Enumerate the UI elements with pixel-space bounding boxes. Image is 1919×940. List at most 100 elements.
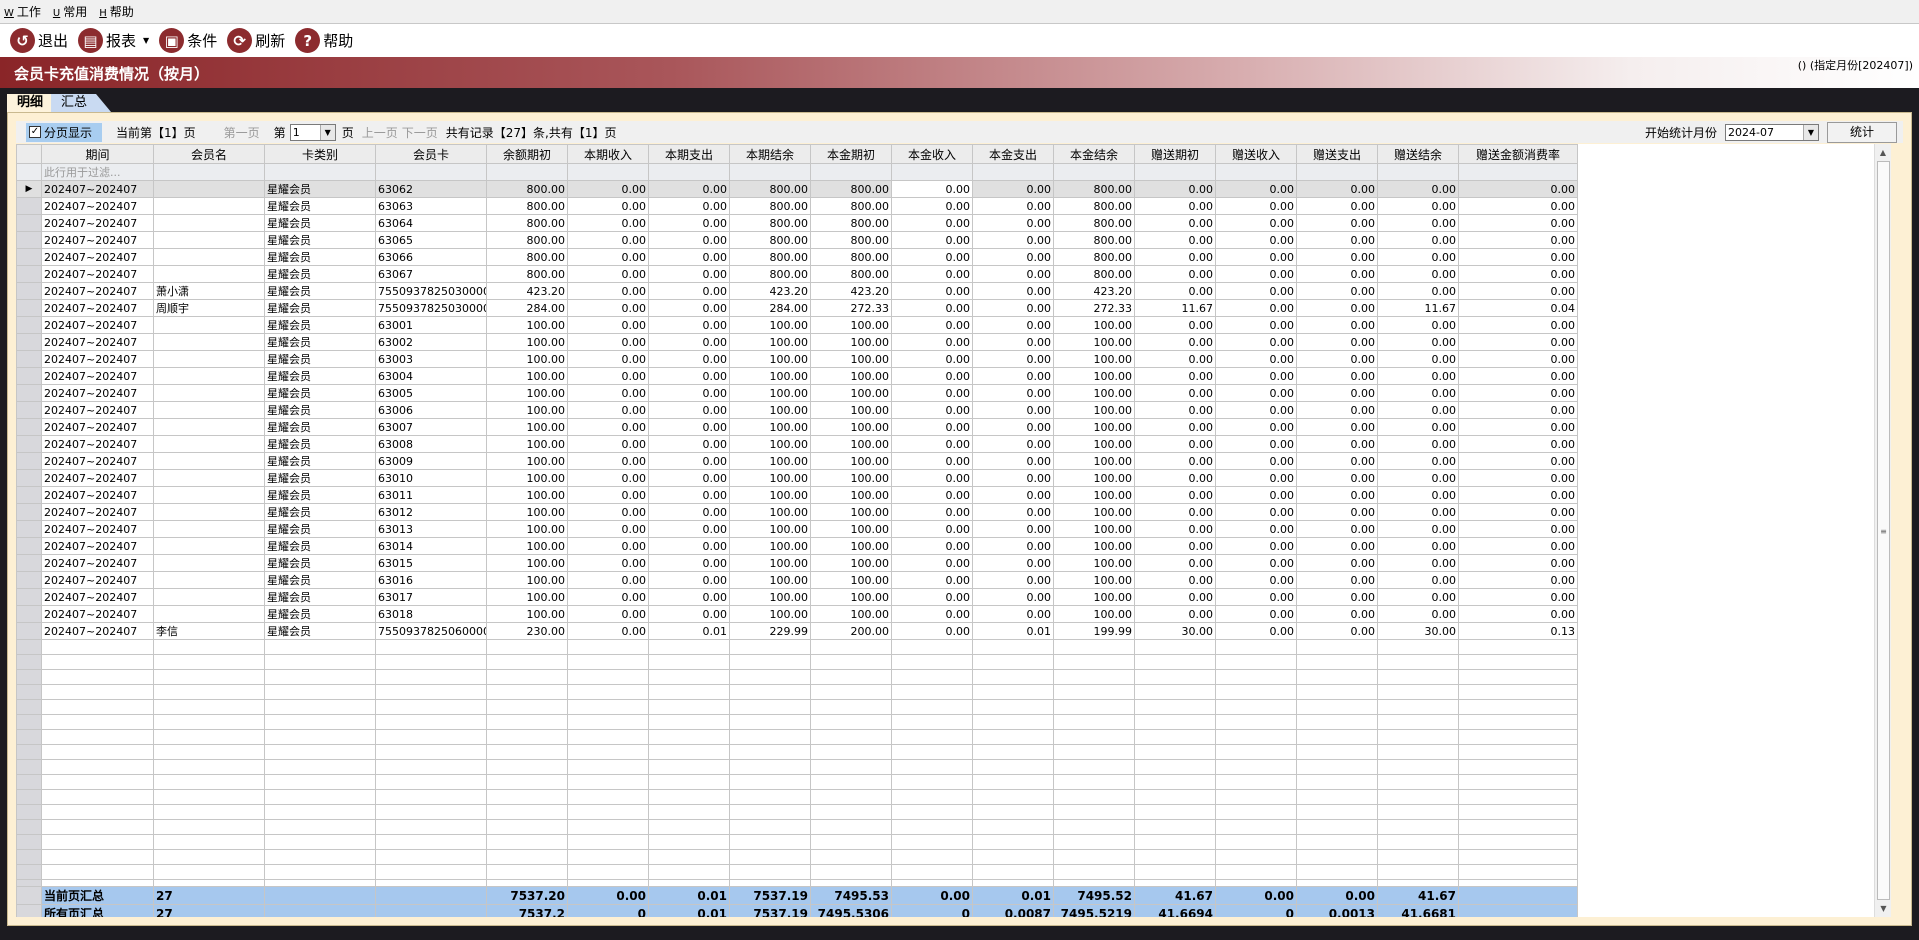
column-header[interactable]: 赠送金额消费率 bbox=[1458, 144, 1578, 164]
table-cell[interactable]: 100.00 bbox=[486, 418, 568, 436]
table-cell[interactable]: 0.00 bbox=[972, 214, 1054, 232]
table-cell[interactable]: 0.00 bbox=[1377, 367, 1459, 385]
table-cell[interactable]: 100.00 bbox=[810, 316, 892, 334]
table-cell[interactable]: 272.33 bbox=[1053, 299, 1135, 317]
table-cell[interactable]: 星耀会员 bbox=[264, 571, 376, 589]
table-cell[interactable]: 0.00 bbox=[972, 299, 1054, 317]
table-cell[interactable]: 0.00 bbox=[1377, 197, 1459, 215]
table-cell[interactable]: 202407~202407 bbox=[41, 401, 154, 419]
table-cell[interactable]: 0.00 bbox=[648, 486, 730, 504]
column-header[interactable]: 期间 bbox=[41, 144, 154, 164]
table-cell[interactable]: 30.00 bbox=[1134, 622, 1216, 640]
table-cell[interactable]: 0.00 bbox=[972, 180, 1054, 198]
table-cell[interactable]: 星耀会员 bbox=[264, 469, 376, 487]
table-cell[interactable] bbox=[153, 248, 265, 266]
table-row[interactable]: 202407~202407 星耀会员 63003 100.00 0.00 0.00 100.… bbox=[16, 350, 1578, 368]
table-cell[interactable]: 423.20 bbox=[1053, 282, 1135, 300]
table-cell[interactable]: 800.00 bbox=[810, 214, 892, 232]
table-cell[interactable]: 63016 bbox=[375, 571, 487, 589]
table-cell[interactable]: 0.00 bbox=[567, 435, 649, 453]
table-cell[interactable]: 0.00 bbox=[1458, 554, 1578, 572]
table-cell[interactable]: 0.00 bbox=[648, 214, 730, 232]
table-cell[interactable]: 星耀会员 bbox=[264, 452, 376, 470]
table-cell[interactable]: 100.00 bbox=[1053, 316, 1135, 334]
table-cell[interactable] bbox=[153, 333, 265, 351]
table-cell[interactable]: 100.00 bbox=[486, 350, 568, 368]
table-cell[interactable]: 0.00 bbox=[567, 418, 649, 436]
table-cell[interactable]: 0.00 bbox=[891, 299, 973, 317]
table-cell[interactable]: 星耀会员 bbox=[264, 384, 376, 402]
table-cell[interactable]: 100.00 bbox=[810, 401, 892, 419]
table-cell[interactable]: 100.00 bbox=[486, 333, 568, 351]
table-cell[interactable]: 199.99 bbox=[1053, 622, 1135, 640]
table-cell[interactable]: 李信 bbox=[153, 622, 265, 640]
table-cell[interactable]: 202407~202407 bbox=[41, 452, 154, 470]
table-cell[interactable]: 0.00 bbox=[1296, 452, 1378, 470]
table-cell[interactable]: 100.00 bbox=[486, 316, 568, 334]
table-cell[interactable]: 0.00 bbox=[567, 197, 649, 215]
table-cell[interactable]: 0.00 bbox=[1296, 537, 1378, 555]
table-cell[interactable]: 0.00 bbox=[1215, 265, 1297, 283]
table-cell[interactable]: 0.00 bbox=[1296, 367, 1378, 385]
filter-cell[interactable] bbox=[1458, 163, 1578, 181]
table-cell[interactable] bbox=[153, 520, 265, 538]
table-cell[interactable]: 0.00 bbox=[1134, 588, 1216, 606]
table-cell[interactable]: 100.00 bbox=[729, 384, 811, 402]
table-cell[interactable]: 0.00 bbox=[1134, 401, 1216, 419]
table-cell[interactable]: 星耀会员 bbox=[264, 316, 376, 334]
row-header[interactable] bbox=[16, 299, 42, 317]
table-cell[interactable]: 0.00 bbox=[648, 350, 730, 368]
table-row[interactable]: 202407~202407 星耀会员 63013 100.00 0.00 0.00 100.… bbox=[16, 520, 1578, 538]
table-cell[interactable]: 0.00 bbox=[1377, 180, 1459, 198]
table-cell[interactable]: 0.00 bbox=[1458, 214, 1578, 232]
table-cell[interactable]: 800.00 bbox=[1053, 197, 1135, 215]
table-cell[interactable]: 0.00 bbox=[1296, 554, 1378, 572]
table-cell[interactable]: 0.00 bbox=[567, 214, 649, 232]
table-cell[interactable]: 0.00 bbox=[1134, 503, 1216, 521]
table-cell[interactable]: 202407~202407 bbox=[41, 435, 154, 453]
table-cell[interactable]: 0.00 bbox=[1296, 282, 1378, 300]
table-cell[interactable]: 0.00 bbox=[972, 554, 1054, 572]
row-header[interactable] bbox=[16, 520, 42, 538]
table-cell[interactable]: 0.00 bbox=[648, 418, 730, 436]
table-cell[interactable]: 0.00 bbox=[891, 231, 973, 249]
table-cell[interactable]: 423.20 bbox=[810, 282, 892, 300]
table-cell[interactable]: 0.00 bbox=[972, 265, 1054, 283]
table-cell[interactable]: 63064 bbox=[375, 214, 487, 232]
table-cell[interactable]: 0.00 bbox=[567, 503, 649, 521]
table-cell[interactable]: 100.00 bbox=[810, 469, 892, 487]
row-header[interactable] bbox=[16, 435, 42, 453]
table-cell[interactable]: 0.00 bbox=[1377, 588, 1459, 606]
table-cell[interactable]: 0.00 bbox=[1296, 384, 1378, 402]
table-cell[interactable]: 0.00 bbox=[891, 571, 973, 589]
table-cell[interactable]: 800.00 bbox=[1053, 265, 1135, 283]
table-cell[interactable]: 星耀会员 bbox=[264, 588, 376, 606]
column-header[interactable]: 本金支出 bbox=[972, 144, 1054, 164]
table-cell[interactable]: 100.00 bbox=[810, 452, 892, 470]
table-cell[interactable]: 0.00 bbox=[1296, 520, 1378, 538]
table-cell[interactable]: 63062 bbox=[375, 180, 487, 198]
table-cell[interactable]: 202407~202407 bbox=[41, 486, 154, 504]
table-cell[interactable]: 100.00 bbox=[810, 520, 892, 538]
table-row[interactable]: 202407~202407 星耀会员 63065 800.00 0.00 0.00 800.… bbox=[16, 231, 1578, 249]
table-cell[interactable] bbox=[153, 571, 265, 589]
table-row[interactable]: 202407~202407 星耀会员 63006 100.00 0.00 0.00 100.… bbox=[16, 401, 1578, 419]
table-cell[interactable]: 0.00 bbox=[1134, 333, 1216, 351]
table-cell[interactable]: 0.00 bbox=[1377, 214, 1459, 232]
table-cell[interactable]: 0.00 bbox=[972, 435, 1054, 453]
table-cell[interactable]: 0.00 bbox=[891, 197, 973, 215]
filter-cell[interactable] bbox=[729, 163, 811, 181]
table-cell[interactable]: 100.00 bbox=[1053, 469, 1135, 487]
table-cell[interactable]: 0.00 bbox=[1215, 588, 1297, 606]
table-cell[interactable]: 0.13 bbox=[1458, 622, 1578, 640]
table-cell[interactable]: 272.33 bbox=[810, 299, 892, 317]
filter-cell[interactable] bbox=[264, 163, 376, 181]
table-cell[interactable]: 202407~202407 bbox=[41, 605, 154, 623]
row-header[interactable] bbox=[16, 622, 42, 640]
table-cell[interactable]: 0.00 bbox=[567, 401, 649, 419]
scroll-down-icon[interactable]: ▼ bbox=[1875, 900, 1891, 917]
table-row[interactable]: 202407~202407 星耀会员 63010 100.00 0.00 0.00 100.… bbox=[16, 469, 1578, 487]
table-cell[interactable]: 0.00 bbox=[1134, 520, 1216, 538]
table-cell[interactable]: 100.00 bbox=[810, 503, 892, 521]
table-cell[interactable]: 100.00 bbox=[1053, 384, 1135, 402]
